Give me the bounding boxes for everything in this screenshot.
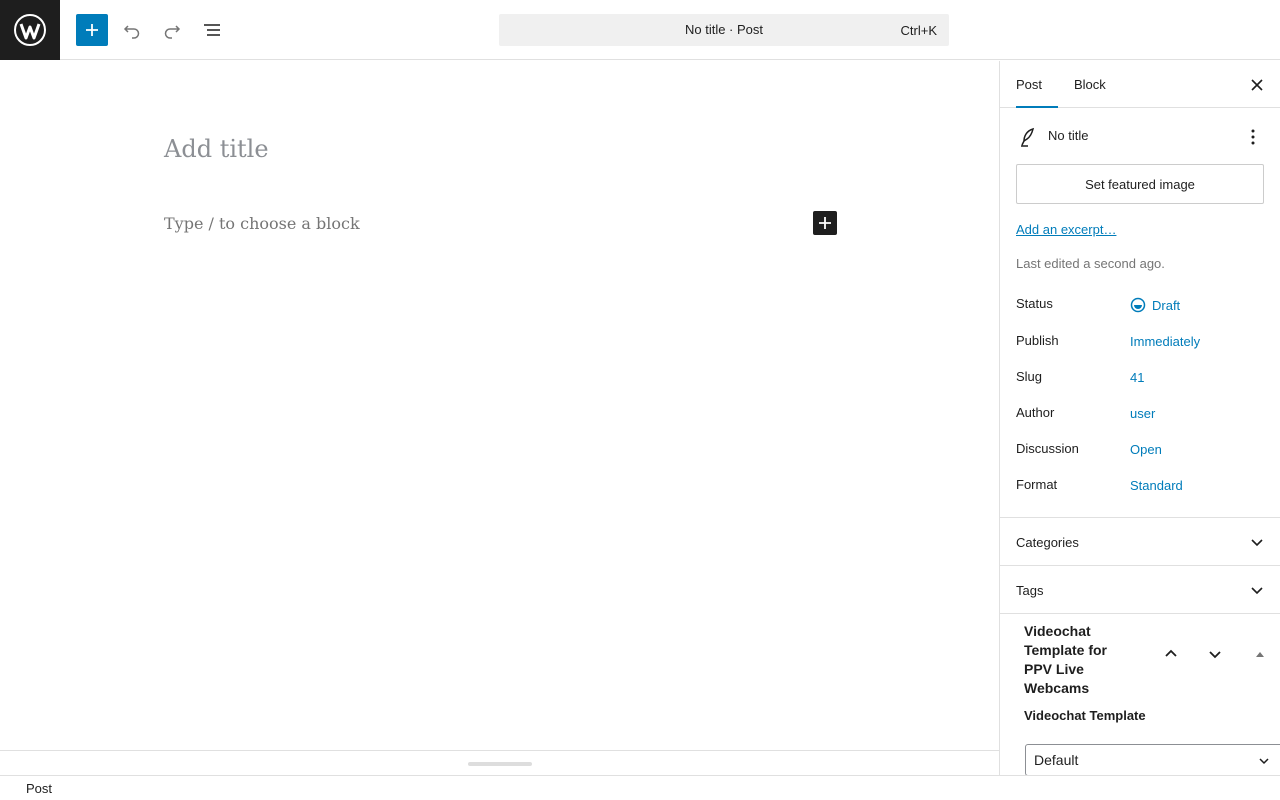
inline-block-inserter-button[interactable] xyxy=(813,211,837,235)
more-vertical-icon xyxy=(1251,129,1255,145)
plus-icon xyxy=(86,24,98,36)
chevron-down-icon xyxy=(1251,539,1263,547)
videochat-template-select[interactable]: Default xyxy=(1025,744,1280,775)
toggle-panel-button[interactable] xyxy=(1248,642,1272,666)
chevron-up-icon xyxy=(1165,649,1177,657)
list-view-button[interactable] xyxy=(196,14,228,46)
chevron-down-icon xyxy=(1209,651,1221,659)
command-palette-bar[interactable]: No title · Post Ctrl+K xyxy=(499,14,949,46)
discussion-toggle[interactable]: Open xyxy=(1130,442,1162,457)
close-sidebar-button[interactable] xyxy=(1245,73,1269,97)
status-toggle[interactable]: Draft xyxy=(1130,297,1180,313)
resize-handle[interactable] xyxy=(468,762,532,766)
move-down-button[interactable] xyxy=(1203,642,1227,666)
panel-title: Tags xyxy=(1016,583,1044,598)
document-title: No title · Post xyxy=(684,22,764,37)
categories-panel-toggle[interactable]: Categories xyxy=(1000,518,1280,566)
metabox-resize-area xyxy=(0,750,999,775)
videochat-template-metabox: Videochat Template for PPV Live Webcams … xyxy=(1000,614,1280,775)
author-toggle[interactable]: user xyxy=(1130,406,1155,421)
draft-status-icon xyxy=(1130,297,1146,313)
block-breadcrumb-bar: Post xyxy=(0,775,1280,800)
slug-toggle[interactable]: 41 xyxy=(1130,370,1144,385)
block-inserter-toggle[interactable] xyxy=(76,14,108,46)
wordpress-logo-icon xyxy=(14,14,46,46)
move-up-button[interactable] xyxy=(1159,642,1183,666)
close-icon xyxy=(1251,79,1263,91)
meta-row-discussion: Discussion Open xyxy=(1016,441,1266,465)
format-toggle[interactable]: Standard xyxy=(1130,478,1183,493)
meta-label: Discussion xyxy=(1016,441,1079,456)
meta-row-slug: Slug 41 xyxy=(1016,369,1266,393)
quill-icon xyxy=(1021,127,1035,147)
undo-button[interactable] xyxy=(116,14,148,46)
editor-canvas: Add title Type / to choose a block xyxy=(0,61,999,750)
chevron-down-icon xyxy=(1251,587,1263,595)
meta-row-format: Format Standard xyxy=(1016,477,1266,501)
meta-row-author: Author user xyxy=(1016,405,1266,429)
videochat-template-label: Videochat Template xyxy=(1024,708,1146,723)
default-block-appender[interactable]: Type / to choose a block xyxy=(164,214,360,233)
meta-row-publish: Publish Immediately xyxy=(1016,333,1266,357)
post-title-input[interactable]: Add title xyxy=(164,135,269,163)
wordpress-logo-button[interactable] xyxy=(0,0,60,60)
meta-label: Slug xyxy=(1016,369,1043,384)
post-summary-panel: No title Set featured image Add an excer… xyxy=(1000,109,1280,518)
publish-date-toggle[interactable]: Immediately xyxy=(1130,334,1200,349)
status-value: Draft xyxy=(1152,298,1181,313)
keyboard-shortcut: Ctrl+K xyxy=(900,23,937,38)
chevron-down-icon xyxy=(1259,758,1269,765)
meta-row-status: Status Draft xyxy=(1016,296,1266,320)
tab-post[interactable]: Post xyxy=(1016,61,1058,108)
tab-block[interactable]: Block xyxy=(1074,61,1106,108)
select-value: Default xyxy=(1034,752,1079,768)
meta-label: Publish xyxy=(1016,333,1059,348)
tags-panel-toggle[interactable]: Tags xyxy=(1000,566,1280,614)
settings-sidebar: Post Block No title Set featured image A… xyxy=(999,61,1280,775)
redo-button[interactable] xyxy=(156,14,188,46)
meta-label: Status xyxy=(1016,296,1053,311)
triangle-up-icon xyxy=(1256,652,1264,657)
last-edited-text: Last edited a second ago. xyxy=(1016,256,1165,271)
panel-title: Categories xyxy=(1016,535,1079,550)
plus-icon xyxy=(819,217,831,229)
meta-label: Format xyxy=(1016,477,1058,492)
list-view-icon xyxy=(204,24,220,36)
post-card-title: No title xyxy=(1048,128,1089,143)
redo-icon xyxy=(164,25,181,39)
undo-icon xyxy=(123,25,140,39)
editor-header: No title · Post Ctrl+K xyxy=(0,0,1280,60)
breadcrumb-item[interactable]: Post xyxy=(26,781,52,796)
post-actions-menu-button[interactable] xyxy=(1241,125,1265,149)
metabox-title: Videochat Template for PPV Live Webcams xyxy=(1024,623,1107,696)
set-featured-image-button[interactable]: Set featured image xyxy=(1016,164,1264,204)
meta-label: Author xyxy=(1016,405,1055,420)
add-excerpt-link[interactable]: Add an excerpt… xyxy=(1016,222,1116,237)
sidebar-tabs: Post Block xyxy=(1000,61,1280,108)
